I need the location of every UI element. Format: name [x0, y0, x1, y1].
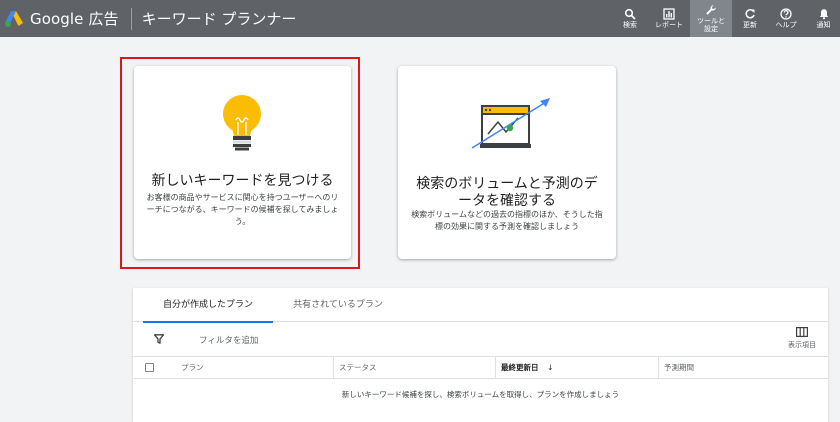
- top-app-bar: Google 広告 キーワード プランナー 検索 レポート ツールと 設定 更新…: [0, 0, 840, 37]
- google-ads-logo[interactable]: Google 広告: [4, 8, 119, 29]
- discover-keywords-card[interactable]: 新しいキーワードを見つける お客様の商品やサービスに関心を持つユーザーへのリーチ…: [134, 66, 351, 259]
- filter-icon[interactable]: [154, 334, 164, 344]
- header-tools: 検索 レポート ツールと 設定 更新 ヘルプ 通知: [612, 0, 840, 37]
- refresh-button[interactable]: 更新: [732, 0, 768, 37]
- plans-panel: 自分が作成したプラン 共有されているプラン フィルタを追加 表示項目 プラン ス…: [133, 288, 828, 422]
- tab-my-plans[interactable]: 自分が作成したプラン: [143, 288, 273, 323]
- google-ads-logo-icon: [5, 10, 23, 27]
- column-divider: [333, 357, 334, 378]
- page-title: キーワード プランナー: [141, 10, 297, 28]
- sort-descending-icon: ↓: [547, 363, 554, 372]
- reports-button-label: レポート: [655, 21, 683, 29]
- tab-shared-plans[interactable]: 共有されているプラン: [283, 288, 393, 322]
- select-all-checkbox[interactable]: [145, 363, 154, 372]
- brand-name: Google 広告: [30, 10, 119, 28]
- column-header-status[interactable]: ステータス: [339, 357, 377, 378]
- discover-keywords-description: お客様の商品やサービスに関心を持つユーザーへのリーチにつながる、キーワードの候補…: [146, 193, 339, 226]
- refresh-icon: [745, 9, 755, 19]
- refresh-button-label: 更新: [743, 21, 757, 29]
- lightbulb-icon: [223, 95, 261, 151]
- wrench-icon: [706, 5, 716, 15]
- filter-bar: フィルタを追加 表示項目: [133, 322, 828, 358]
- help-icon: [780, 8, 792, 20]
- column-header-last-updated[interactable]: 最終更新日 ↓: [501, 357, 553, 378]
- search-button-label: 検索: [623, 21, 637, 29]
- header-divider: [130, 7, 132, 30]
- columns-button[interactable]: 表示項目: [782, 327, 822, 350]
- table-header: プラン ステータス 最終更新日 ↓ 予測期間: [133, 356, 828, 379]
- columns-icon: [796, 327, 808, 337]
- reports-button[interactable]: レポート: [648, 0, 690, 37]
- discover-keywords-title: 新しいキーワードを見つける: [151, 173, 334, 189]
- help-button-label: ヘルプ: [775, 21, 797, 29]
- column-header-plan[interactable]: プラン: [181, 357, 204, 378]
- empty-state-message: 新しいキーワード候補を探し、検索ボリュームを取得し、プランを作成しましょう: [341, 390, 620, 399]
- search-volume-forecast-title: 検索のボリュームと予測のデータを確認する: [416, 176, 598, 209]
- search-icon: [624, 8, 636, 20]
- column-divider: [495, 357, 496, 378]
- plans-tabs: 自分が作成したプラン 共有されているプラン: [133, 288, 828, 323]
- column-header-last-updated-label: 最終更新日: [501, 363, 539, 372]
- reports-icon: [663, 8, 675, 20]
- columns-button-label: 表示項目: [788, 341, 816, 349]
- bell-icon: [819, 9, 828, 20]
- tools-button-label: ツールと 設定: [697, 17, 725, 33]
- chart-trend-icon: [471, 98, 550, 149]
- column-header-forecast-period[interactable]: 予測期間: [664, 357, 694, 378]
- search-button[interactable]: 検索: [612, 0, 648, 37]
- help-button[interactable]: ヘルプ: [768, 0, 804, 37]
- notifications-button-label: 通知: [816, 21, 831, 29]
- column-divider: [658, 357, 659, 378]
- add-filter-button[interactable]: フィルタを追加: [199, 334, 258, 346]
- search-volume-forecast-card[interactable]: 検索のボリュームと予測のデータを確認する 検索ボリュームなどの過去の指標のほか、…: [398, 66, 616, 259]
- notifications-button[interactable]: 通知: [804, 0, 840, 37]
- search-volume-forecast-description: 検索ボリュームなどの過去の指標のほか、そうした指標の効果に関する予測を確認しまし…: [411, 210, 603, 231]
- tools-and-settings-button[interactable]: ツールと 設定: [690, 0, 732, 37]
